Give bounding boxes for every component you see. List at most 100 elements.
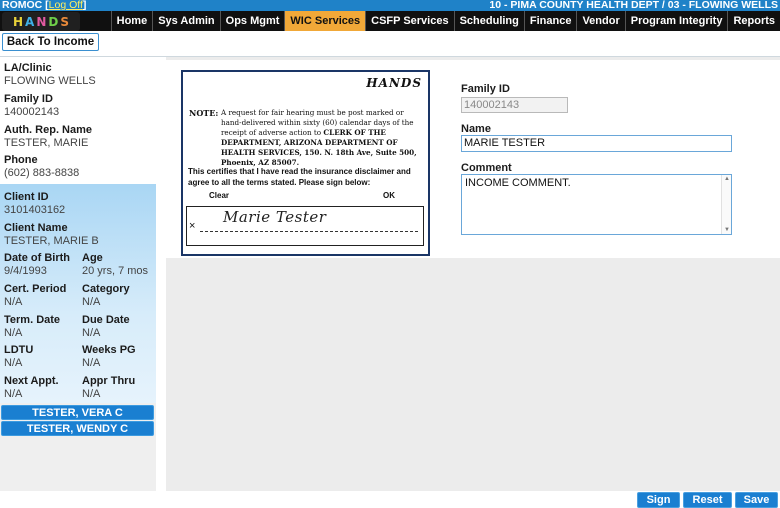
next-appt-label: Next Appt.: [4, 375, 59, 387]
nav-program-integrity[interactable]: Program Integrity: [624, 11, 728, 31]
signature-card: HANDS NOTE: A request for fair hearing m…: [181, 70, 430, 256]
certify-text: This certifies that I have read the insu…: [188, 167, 411, 187]
la-clinic-value: FLOWING WELLS: [4, 75, 96, 87]
household-member-button[interactable]: TESTER, WENDY C: [1, 421, 154, 436]
auth-rep-label: Auth. Rep. Name: [4, 124, 93, 136]
next-appt-value: N/A: [4, 388, 23, 400]
reset-button[interactable]: Reset: [683, 492, 732, 508]
phone-value: (602) 883-8838: [4, 167, 80, 179]
household-member-button[interactable]: TESTER, VERA C: [1, 405, 154, 420]
client-info-panel: Client ID 3101403162 Client Name TESTER,…: [0, 184, 156, 403]
cert-period-value: N/A: [4, 296, 23, 308]
bottom-action-bar: Sign Reset Save: [0, 491, 780, 508]
due-date-field: Due Date N/A: [82, 314, 130, 339]
due-date-label: Due Date: [82, 314, 130, 326]
main-nav-bar: HANDS Home Sys Admin Ops Mgmt WIC Services C…: [0, 11, 780, 31]
nav-wic-services[interactable]: WIC Services: [284, 11, 366, 31]
nav-vendor[interactable]: Vendor: [576, 11, 624, 31]
comment-textarea[interactable]: INCOME COMMENT. ▲ ▼: [461, 174, 732, 235]
family-id-value: 140002143: [4, 106, 60, 118]
comment-scrollbar[interactable]: ▲ ▼: [721, 175, 731, 234]
nav-home[interactable]: Home: [110, 11, 153, 31]
ldtu-value: N/A: [4, 357, 23, 369]
age-label: Age: [82, 252, 103, 264]
family-id-field: Family ID 140002143: [4, 93, 59, 118]
hands-logo[interactable]: HANDS: [2, 12, 80, 31]
nav-finance[interactable]: Finance: [523, 11, 577, 31]
fair-hearing-note: NOTE: A request for fair hearing must be…: [189, 108, 425, 168]
family-info-panel: LA/Clinic FLOWING WELLS Family ID 140002…: [0, 57, 156, 184]
appr-thru-field: Appr Thru N/A: [82, 375, 135, 400]
phone-label: Phone: [4, 154, 38, 166]
ok-signature-button[interactable]: OK: [383, 191, 395, 200]
client-sidebar: LA/Clinic FLOWING WELLS Family ID 140002…: [0, 57, 156, 508]
ldtu-field: LDTU N/A: [4, 344, 33, 369]
weeks-pg-field: Weeks PG N/A: [82, 344, 136, 369]
appr-thru-label: Appr Thru: [82, 375, 136, 387]
dob-label: Date of Birth: [4, 252, 70, 264]
category-value: N/A: [82, 296, 101, 308]
logo-letter: H: [12, 14, 24, 29]
main-menu: Home Sys Admin Ops Mgmt WIC Services CSFP Se…: [110, 11, 780, 31]
clinic-info: 10 - PIMA COUNTY HEALTH DEPT / 03 - FLOW…: [489, 0, 778, 11]
signature-panel: HANDS NOTE: A request for fair hearing m…: [166, 60, 780, 258]
client-name-field: Client Name TESTER, MARIE B: [4, 222, 99, 247]
client-name-label: Client Name: [4, 222, 68, 234]
cert-period-label: Cert. Period: [4, 283, 67, 295]
comment-text: INCOME COMMENT.: [465, 177, 571, 189]
scroll-down-icon[interactable]: ▼: [724, 227, 730, 233]
logo-letter: D: [48, 14, 59, 29]
nav-sys-admin[interactable]: Sys Admin: [152, 11, 219, 31]
dob-field: Date of Birth 9/4/1993: [4, 252, 70, 277]
clear-signature-button[interactable]: Clear: [209, 191, 229, 200]
client-id-field: Client ID 3101403162: [4, 191, 65, 216]
la-clinic-label: LA/Clinic: [4, 62, 52, 74]
family-id-label: Family ID: [4, 93, 53, 105]
ldtu-label: LDTU: [4, 344, 34, 356]
term-date-value: N/A: [4, 327, 23, 339]
note-text: A request for fair hearing must be post …: [221, 108, 425, 168]
nav-ops-mgmt[interactable]: Ops Mgmt: [219, 11, 285, 31]
signature-pad[interactable]: × Marie Tester: [186, 206, 424, 246]
back-to-income-button[interactable]: Back To Income: [2, 33, 99, 51]
main-content: HANDS NOTE: A request for fair hearing m…: [166, 57, 780, 491]
family-id-form-label: Family ID: [461, 83, 510, 95]
la-clinic-field: LA/Clinic FLOWING WELLS: [4, 62, 96, 87]
family-id-input[interactable]: 140002143: [461, 97, 568, 113]
nav-reports[interactable]: Reports: [727, 11, 780, 31]
next-appt-field: Next Appt. N/A: [4, 375, 59, 400]
scroll-up-icon[interactable]: ▲: [724, 176, 730, 182]
client-id-label: Client ID: [4, 191, 49, 203]
term-date-field: Term. Date N/A: [4, 314, 60, 339]
name-input[interactable]: MARIE TESTER: [461, 135, 732, 152]
logo-letter: N: [36, 14, 47, 29]
phone-field: Phone (602) 883-8838: [4, 154, 79, 179]
username: ROMOC: [2, 0, 43, 11]
nav-scheduling[interactable]: Scheduling: [453, 11, 524, 31]
term-date-label: Term. Date: [4, 314, 61, 326]
hands-card-logo: HANDS: [366, 76, 422, 90]
auth-rep-field: Auth. Rep. Name TESTER, MARIE: [4, 124, 92, 149]
sign-button[interactable]: Sign: [637, 492, 680, 508]
dob-value: 9/4/1993: [4, 265, 47, 277]
signature-image: Marie Tester: [223, 208, 327, 226]
note-label: NOTE:: [189, 108, 219, 118]
save-button[interactable]: Save: [735, 492, 778, 508]
age-field: Age 20 yrs, 7 mos: [82, 252, 148, 277]
weeks-pg-label: Weeks PG: [82, 344, 136, 356]
top-info-bar: ROMOC [Log Off] 10 - PIMA COUNTY HEALTH …: [0, 0, 780, 11]
auth-rep-value: TESTER, MARIE: [4, 137, 89, 149]
sign-here-mark: ×: [189, 220, 196, 232]
logo-letter: S: [60, 14, 69, 29]
nav-csfp-services[interactable]: CSFP Services: [365, 11, 453, 31]
action-bar: Back To Income: [0, 31, 780, 57]
weeks-pg-value: N/A: [82, 357, 101, 369]
client-name-value: TESTER, MARIE B: [4, 235, 99, 247]
user-info: ROMOC [Log Off]: [2, 0, 87, 11]
client-id-value: 3101403162: [4, 204, 66, 216]
age-value: 20 yrs, 7 mos: [82, 265, 149, 277]
category-label: Category: [82, 283, 130, 295]
appr-thru-value: N/A: [82, 388, 101, 400]
name-form-label: Name: [461, 123, 491, 135]
logoff-link[interactable]: Log Off: [49, 0, 83, 11]
